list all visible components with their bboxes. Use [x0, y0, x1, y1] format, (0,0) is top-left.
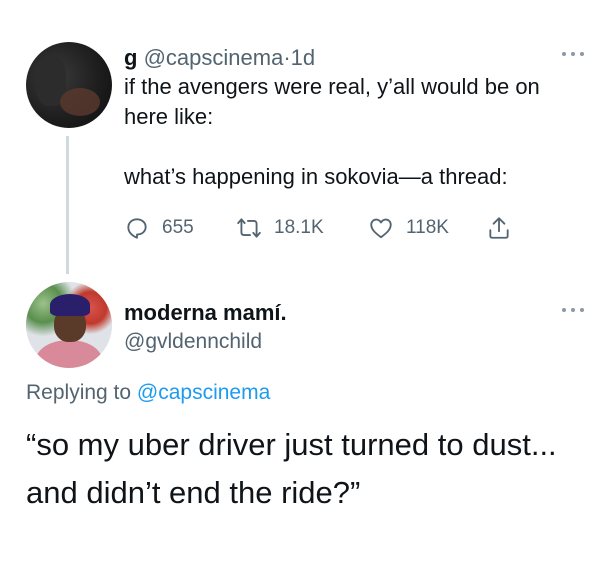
handle[interactable]: @gvldennchild — [124, 330, 262, 354]
share-icon — [489, 217, 509, 239]
thread-line — [66, 136, 69, 274]
tweet-text: if the avengers were real, y’all would b… — [124, 72, 584, 192]
separator: · — [283, 45, 291, 70]
tweet-text-line: if the avengers were real, y’all would b… — [124, 74, 540, 129]
display-name[interactable]: g — [124, 45, 137, 70]
handle[interactable]: @capscinema — [144, 45, 284, 70]
timestamp[interactable]: 1d — [291, 45, 315, 70]
replying-label: Replying to — [26, 381, 137, 404]
reply-count: 655 — [162, 217, 194, 238]
reply-text: “so my uber driver just turned to dust..… — [26, 427, 557, 510]
retweet-button[interactable]: 18.1K — [236, 210, 324, 246]
like-button[interactable]: 118K — [368, 210, 449, 246]
like-icon — [370, 218, 392, 239]
more-icon[interactable] — [560, 50, 586, 58]
tweet-text-line: what’s happening in sokovia—a thread: — [124, 164, 508, 189]
share-button[interactable] — [486, 210, 524, 246]
reply-icon — [127, 218, 147, 239]
mention-link[interactable]: @capscinema — [137, 381, 270, 404]
display-name[interactable]: moderna mamí. — [124, 300, 287, 326]
replying-to: Replying to @capscinema — [26, 381, 270, 405]
retweet-count: 18.1K — [274, 217, 324, 238]
avatar[interactable] — [26, 42, 112, 128]
avatar[interactable] — [26, 282, 112, 368]
reply-button[interactable]: 655 — [124, 210, 194, 246]
action-bar: 655 18.1K 118K — [124, 210, 544, 246]
like-count: 118K — [406, 217, 449, 238]
tweet: g @capscinema·1d if the avengers were re… — [0, 0, 600, 280]
tweet-header: g @capscinema·1d — [124, 44, 315, 72]
retweet-icon — [237, 218, 261, 238]
more-icon[interactable] — [560, 306, 586, 314]
